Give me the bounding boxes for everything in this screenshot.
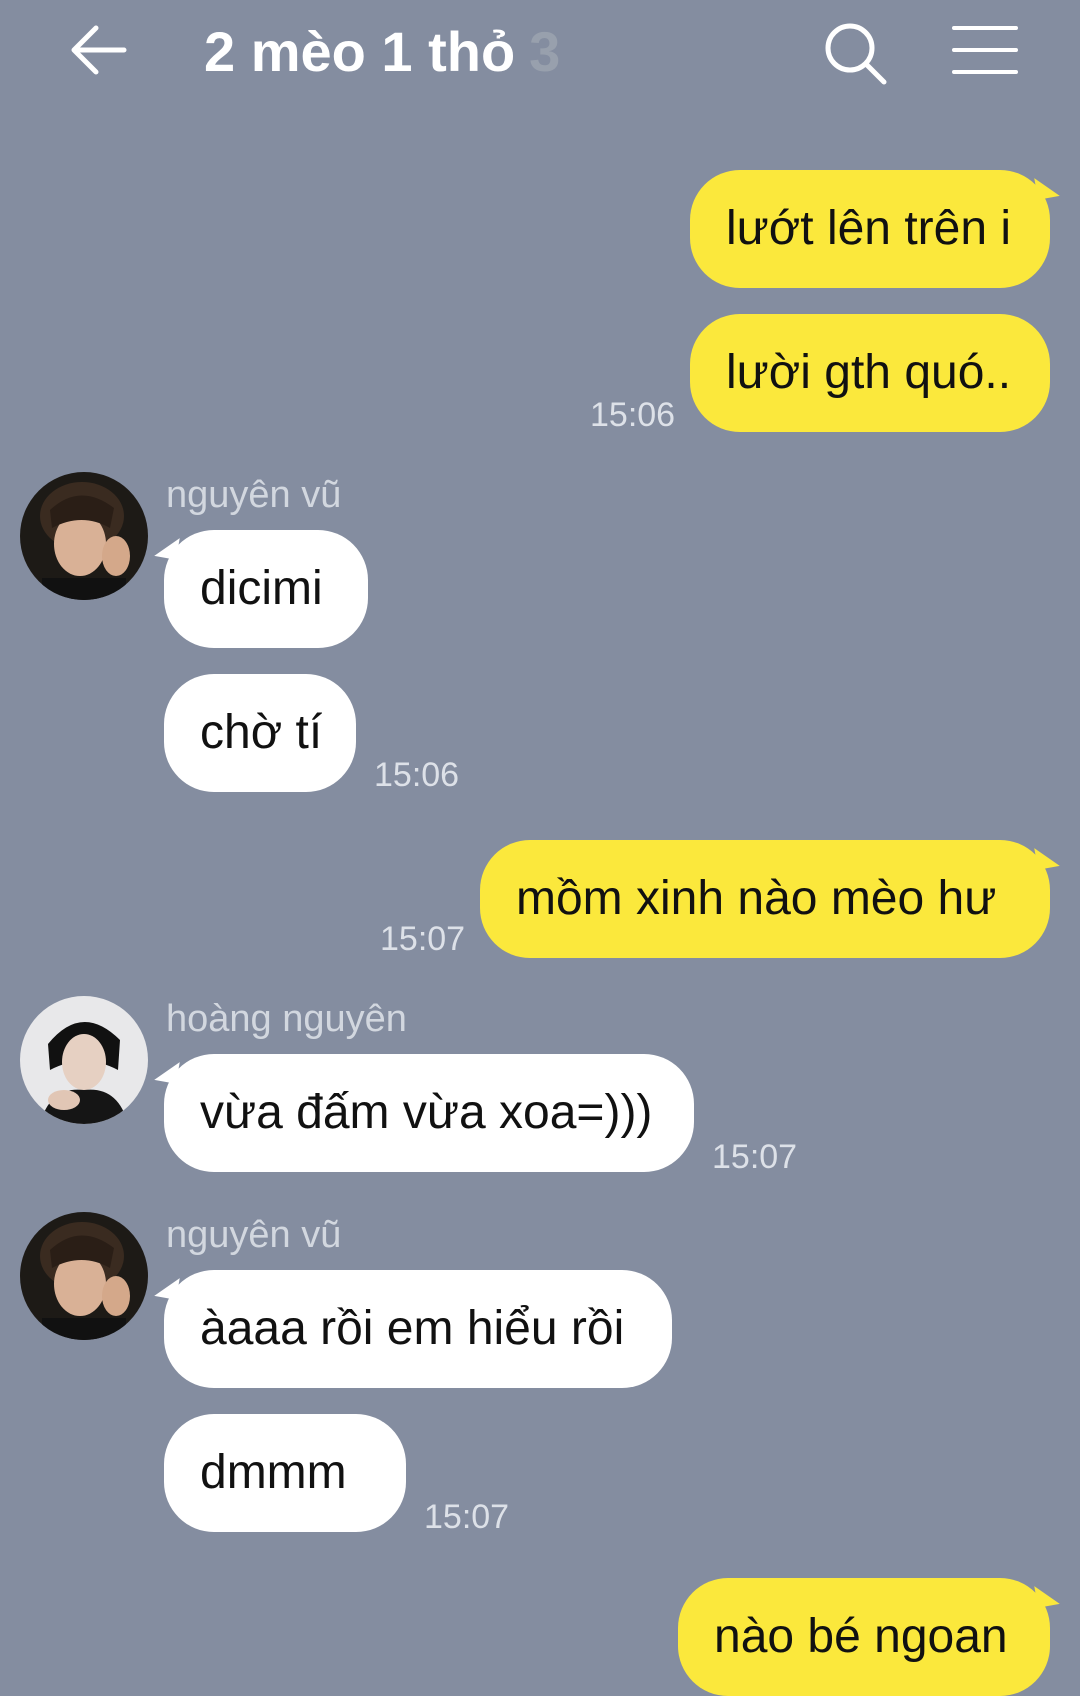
message-timestamp: 15:07	[424, 1498, 510, 1536]
search-icon[interactable]	[820, 18, 892, 90]
message-text: lướt lên trên i	[726, 202, 1012, 255]
outgoing-message-bubble[interactable]: mồm xinh nào mèo hư	[480, 840, 1050, 958]
incoming-message-bubble[interactable]: chờ tí	[164, 674, 356, 792]
outgoing-message-bubble[interactable]: lười gth quó..	[690, 314, 1050, 432]
avatar[interactable]	[20, 472, 148, 600]
sender-name: nguyên vũ	[166, 474, 342, 516]
message-text: dicimi	[200, 562, 323, 615]
message-timestamp: 15:06	[590, 396, 676, 434]
sender-name: nguyên vũ	[166, 1214, 342, 1256]
sender-name: hoàng nguyên	[166, 998, 407, 1040]
member-count: 3	[529, 20, 561, 83]
incoming-message-bubble[interactable]: dmmm	[164, 1414, 406, 1532]
message-timestamp: 15:07	[712, 1138, 798, 1176]
avatar[interactable]	[20, 1212, 148, 1340]
message-text: dmmm	[200, 1446, 347, 1499]
message-timestamp: 15:06	[374, 756, 460, 794]
hamburger-menu-icon[interactable]	[950, 20, 1020, 80]
outgoing-message-bubble[interactable]: lướt lên trên i	[690, 170, 1050, 288]
message-text: mồm xinh nào mèo hư	[516, 872, 997, 925]
chat-title: 2 mèo 1 thỏ 3	[204, 20, 560, 84]
incoming-message-bubble[interactable]: àaaa rồi em hiểu rồi	[164, 1270, 672, 1388]
incoming-message-bubble[interactable]: dicimi	[164, 530, 368, 648]
message-text: nào bé ngoan	[714, 1610, 1008, 1663]
message-text: vừa đấm vừa xoa=)))	[200, 1086, 653, 1139]
group-name: 2 mèo 1 thỏ	[204, 20, 516, 83]
message-timestamp: 15:07	[380, 920, 466, 958]
message-text: lười gth quó..	[726, 346, 1012, 399]
message-text: chờ tí	[200, 706, 323, 759]
avatar[interactable]	[20, 996, 148, 1124]
outgoing-message-bubble[interactable]: nào bé ngoan	[678, 1578, 1050, 1696]
message-text: àaaa rồi em hiểu rồi	[200, 1302, 625, 1355]
arrow-left-icon[interactable]	[64, 20, 134, 80]
incoming-message-bubble[interactable]: vừa đấm vừa xoa=)))	[164, 1054, 694, 1172]
chat-header: 2 mèo 1 thỏ 3	[0, 0, 1080, 110]
